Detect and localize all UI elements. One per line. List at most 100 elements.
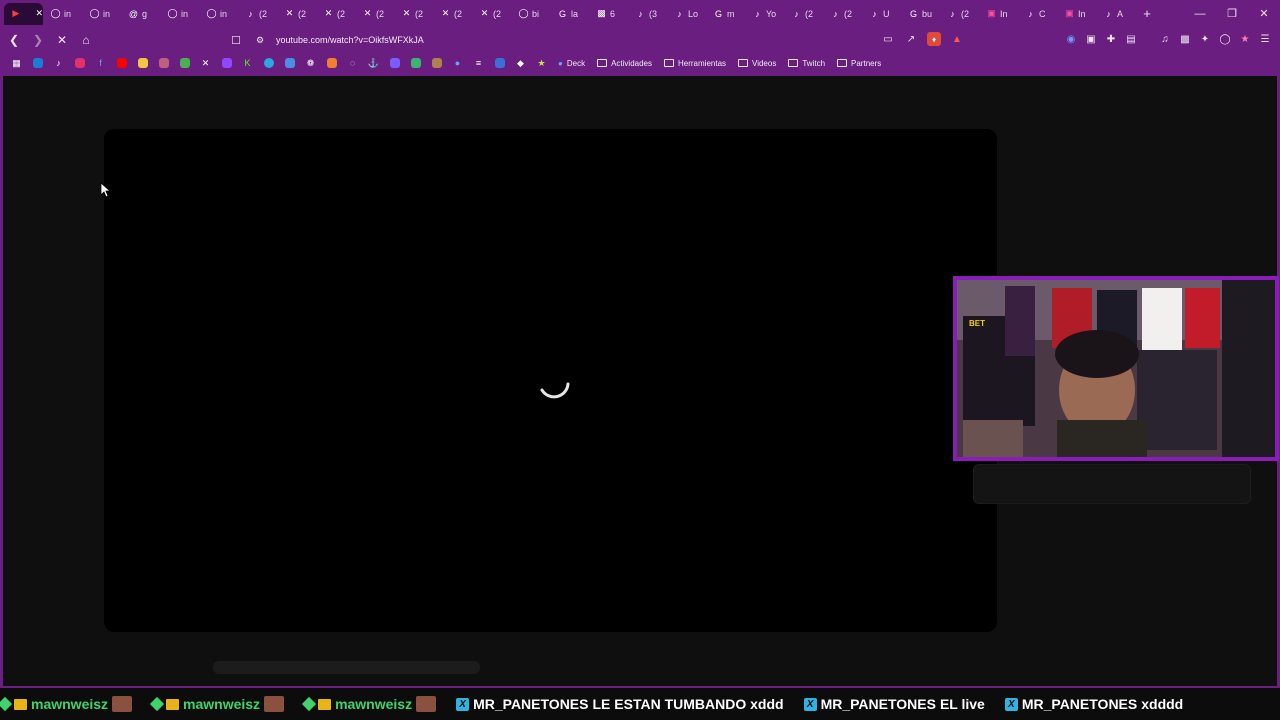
bookmark-openai-icon[interactable]: ❁ xyxy=(300,56,321,70)
brave-shield-icon[interactable]: ♦ xyxy=(927,32,941,46)
tab[interactable]: @ g xyxy=(121,3,160,25)
bookmark-yellow-icon[interactable] xyxy=(132,56,153,70)
extension-icon[interactable]: ▣ xyxy=(1084,32,1098,46)
tab[interactable]: Gla xyxy=(550,3,589,25)
minimize-icon[interactable]: — xyxy=(1184,0,1216,27)
tab[interactable]: ✕ (2 xyxy=(277,3,316,25)
home-icon[interactable]: ⌂ xyxy=(76,30,96,50)
bookmark-tiktok-icon[interactable]: ♪ xyxy=(48,56,69,70)
leo-icon[interactable]: ✦ xyxy=(1198,32,1212,46)
back-icon[interactable]: ❮ xyxy=(4,30,24,50)
tab[interactable]: ✕ (2 xyxy=(394,3,433,25)
bookmark-loader-icon[interactable]: ◌ xyxy=(342,56,363,70)
bookmark-folder-twitch[interactable]: Twitch xyxy=(782,56,831,70)
ai-icon[interactable]: ★ xyxy=(1238,32,1252,46)
globe-icon: ◯ xyxy=(206,8,217,18)
bookmark-x-icon[interactable]: ✕ xyxy=(195,56,216,70)
tab[interactable]: ♪ (2 xyxy=(238,3,277,25)
tab[interactable]: ◯ in xyxy=(43,3,82,25)
puzzle-icon[interactable]: ✚ xyxy=(1104,32,1118,46)
bookmark-translate-icon[interactable] xyxy=(279,56,300,70)
tab[interactable]: ♪ (2 xyxy=(784,3,823,25)
close-window-icon[interactable]: ✕ xyxy=(1248,0,1280,27)
share-icon[interactable]: ↗ xyxy=(904,32,918,46)
address-bar[interactable]: ☐ ⚙ youtube.com/watch?v=OikfsWFXkJA ▭ ↗ … xyxy=(228,29,970,51)
globe-icon: ◯ xyxy=(50,8,61,18)
tab[interactable]: ✕ (2 xyxy=(355,3,394,25)
bookmark-r-icon[interactable] xyxy=(489,56,510,70)
tab[interactable]: ✕ (2 xyxy=(472,3,511,25)
tab[interactable]: ♪ A xyxy=(1096,3,1135,25)
tab[interactable]: ◯ in xyxy=(199,3,238,25)
tab[interactable]: ▣ In xyxy=(1057,3,1096,25)
menu-icon[interactable]: ☰ xyxy=(1258,32,1272,46)
tab[interactable]: Gm xyxy=(706,3,745,25)
sidebar-icon[interactable]: ▤ xyxy=(1124,32,1138,46)
tab[interactable]: ♪ U xyxy=(862,3,901,25)
chat-message: mawnweisz xyxy=(0,696,133,712)
url-text[interactable]: youtube.com/watch?v=OikfsWFXkJA xyxy=(276,35,424,45)
tab-title: In xyxy=(1000,8,1008,19)
bookmark-icon[interactable]: ☐ xyxy=(228,34,244,47)
tab[interactable]: ♪ (2 xyxy=(940,3,979,25)
stop-loading-icon[interactable]: ✕ xyxy=(52,30,72,50)
tab[interactable]: ♪ Lo xyxy=(667,3,706,25)
bookmark-deck[interactable]: ● Deck xyxy=(552,56,591,70)
new-tab-icon[interactable]: + xyxy=(1135,6,1159,21)
bookmark-folder-videos[interactable]: Videos xyxy=(732,56,782,70)
forward-icon[interactable]: ❯ xyxy=(28,30,48,50)
bookmark-folder-partners[interactable]: Partners xyxy=(831,56,887,70)
tab[interactable]: ♪ (2 xyxy=(823,3,862,25)
site-info-icon[interactable]: ⚙ xyxy=(256,35,270,46)
restore-icon[interactable]: ❐ xyxy=(1216,0,1248,27)
screen-icon[interactable]: ▭ xyxy=(881,32,895,46)
tab[interactable]: ♪ C xyxy=(1018,3,1057,25)
tab[interactable]: ▣ In xyxy=(979,3,1018,25)
bookmark-chat-icon[interactable] xyxy=(405,56,426,70)
bookmark-diamond-icon[interactable]: ◆ xyxy=(510,56,531,70)
bookmark-drive-icon[interactable] xyxy=(174,56,195,70)
bookmark-anchor-icon[interactable]: ⚓ xyxy=(363,56,384,70)
sub-badge-icon xyxy=(149,696,165,712)
tab[interactable]: ✕ (2 xyxy=(316,3,355,25)
chat-message: mawnweisz xyxy=(149,696,285,712)
tab[interactable]: ◯ in xyxy=(82,3,121,25)
tab[interactable]: ✕ (2 xyxy=(433,3,472,25)
svg-text:BET: BET xyxy=(969,319,985,328)
tab[interactable]: ◯ in xyxy=(160,3,199,25)
tab[interactable]: ◯ bi xyxy=(511,3,550,25)
translate-icon[interactable]: ◉ xyxy=(1064,32,1078,46)
bookmark-twitch-icon[interactable] xyxy=(216,56,237,70)
bookmark-edge-icon[interactable] xyxy=(258,56,279,70)
tab[interactable]: ▩ 6 xyxy=(589,3,628,25)
apps-grid-icon[interactable]: ▦ xyxy=(6,56,27,70)
music-icon[interactable]: ♫ xyxy=(1158,32,1172,46)
video-player[interactable] xyxy=(104,129,997,632)
wallet-icon[interactable]: ▩ xyxy=(1178,32,1192,46)
bookmark-folder-herramientas[interactable]: Herramientas xyxy=(658,56,732,70)
bookmark-instagram-icon[interactable] xyxy=(69,56,90,70)
vpn-icon[interactable]: ◯ xyxy=(1218,32,1232,46)
bookmark-chart-icon[interactable] xyxy=(153,56,174,70)
tab-title: (2 xyxy=(805,8,814,19)
emote-icon xyxy=(264,696,285,712)
tab[interactable]: ♪ (3 xyxy=(628,3,667,25)
tab[interactable]: ♪ Yo xyxy=(745,3,784,25)
bookmark-folder-actividades[interactable]: Actividades xyxy=(591,56,658,70)
bookmark-drop-icon[interactable]: ● xyxy=(447,56,468,70)
tab[interactable]: ▶ ✕ xyxy=(4,2,43,25)
bookmark-facebook-icon[interactable]: f xyxy=(90,56,111,70)
tab[interactable]: Gbu xyxy=(901,3,940,25)
bookmark-orange-icon[interactable] xyxy=(321,56,342,70)
bookmark-purple-icon[interactable] xyxy=(384,56,405,70)
bookmark-brown-icon[interactable] xyxy=(426,56,447,70)
tab-strip: ▶ ✕ ◯ in ◯ in @ g ◯ in ◯ in ♪ (2 ✕ (2 ✕ (2 ✕ (2 ✕ (2 ✕ (2 ✕ (2 ◯ bi… xyxy=(0,0,1280,27)
bookmark-stack-icon[interactable]: ≡ xyxy=(468,56,489,70)
bookmark-youtube-icon[interactable] xyxy=(111,56,132,70)
bookmark-kick-icon[interactable]: K xyxy=(237,56,258,70)
close-tab-icon[interactable]: ✕ xyxy=(35,8,43,19)
bookmark-outlook-icon[interactable] xyxy=(27,56,48,70)
rewards-icon[interactable]: ▲ xyxy=(950,32,964,46)
tab-title: (3 xyxy=(649,8,658,19)
bookmark-game-icon[interactable]: ★ xyxy=(531,56,552,70)
